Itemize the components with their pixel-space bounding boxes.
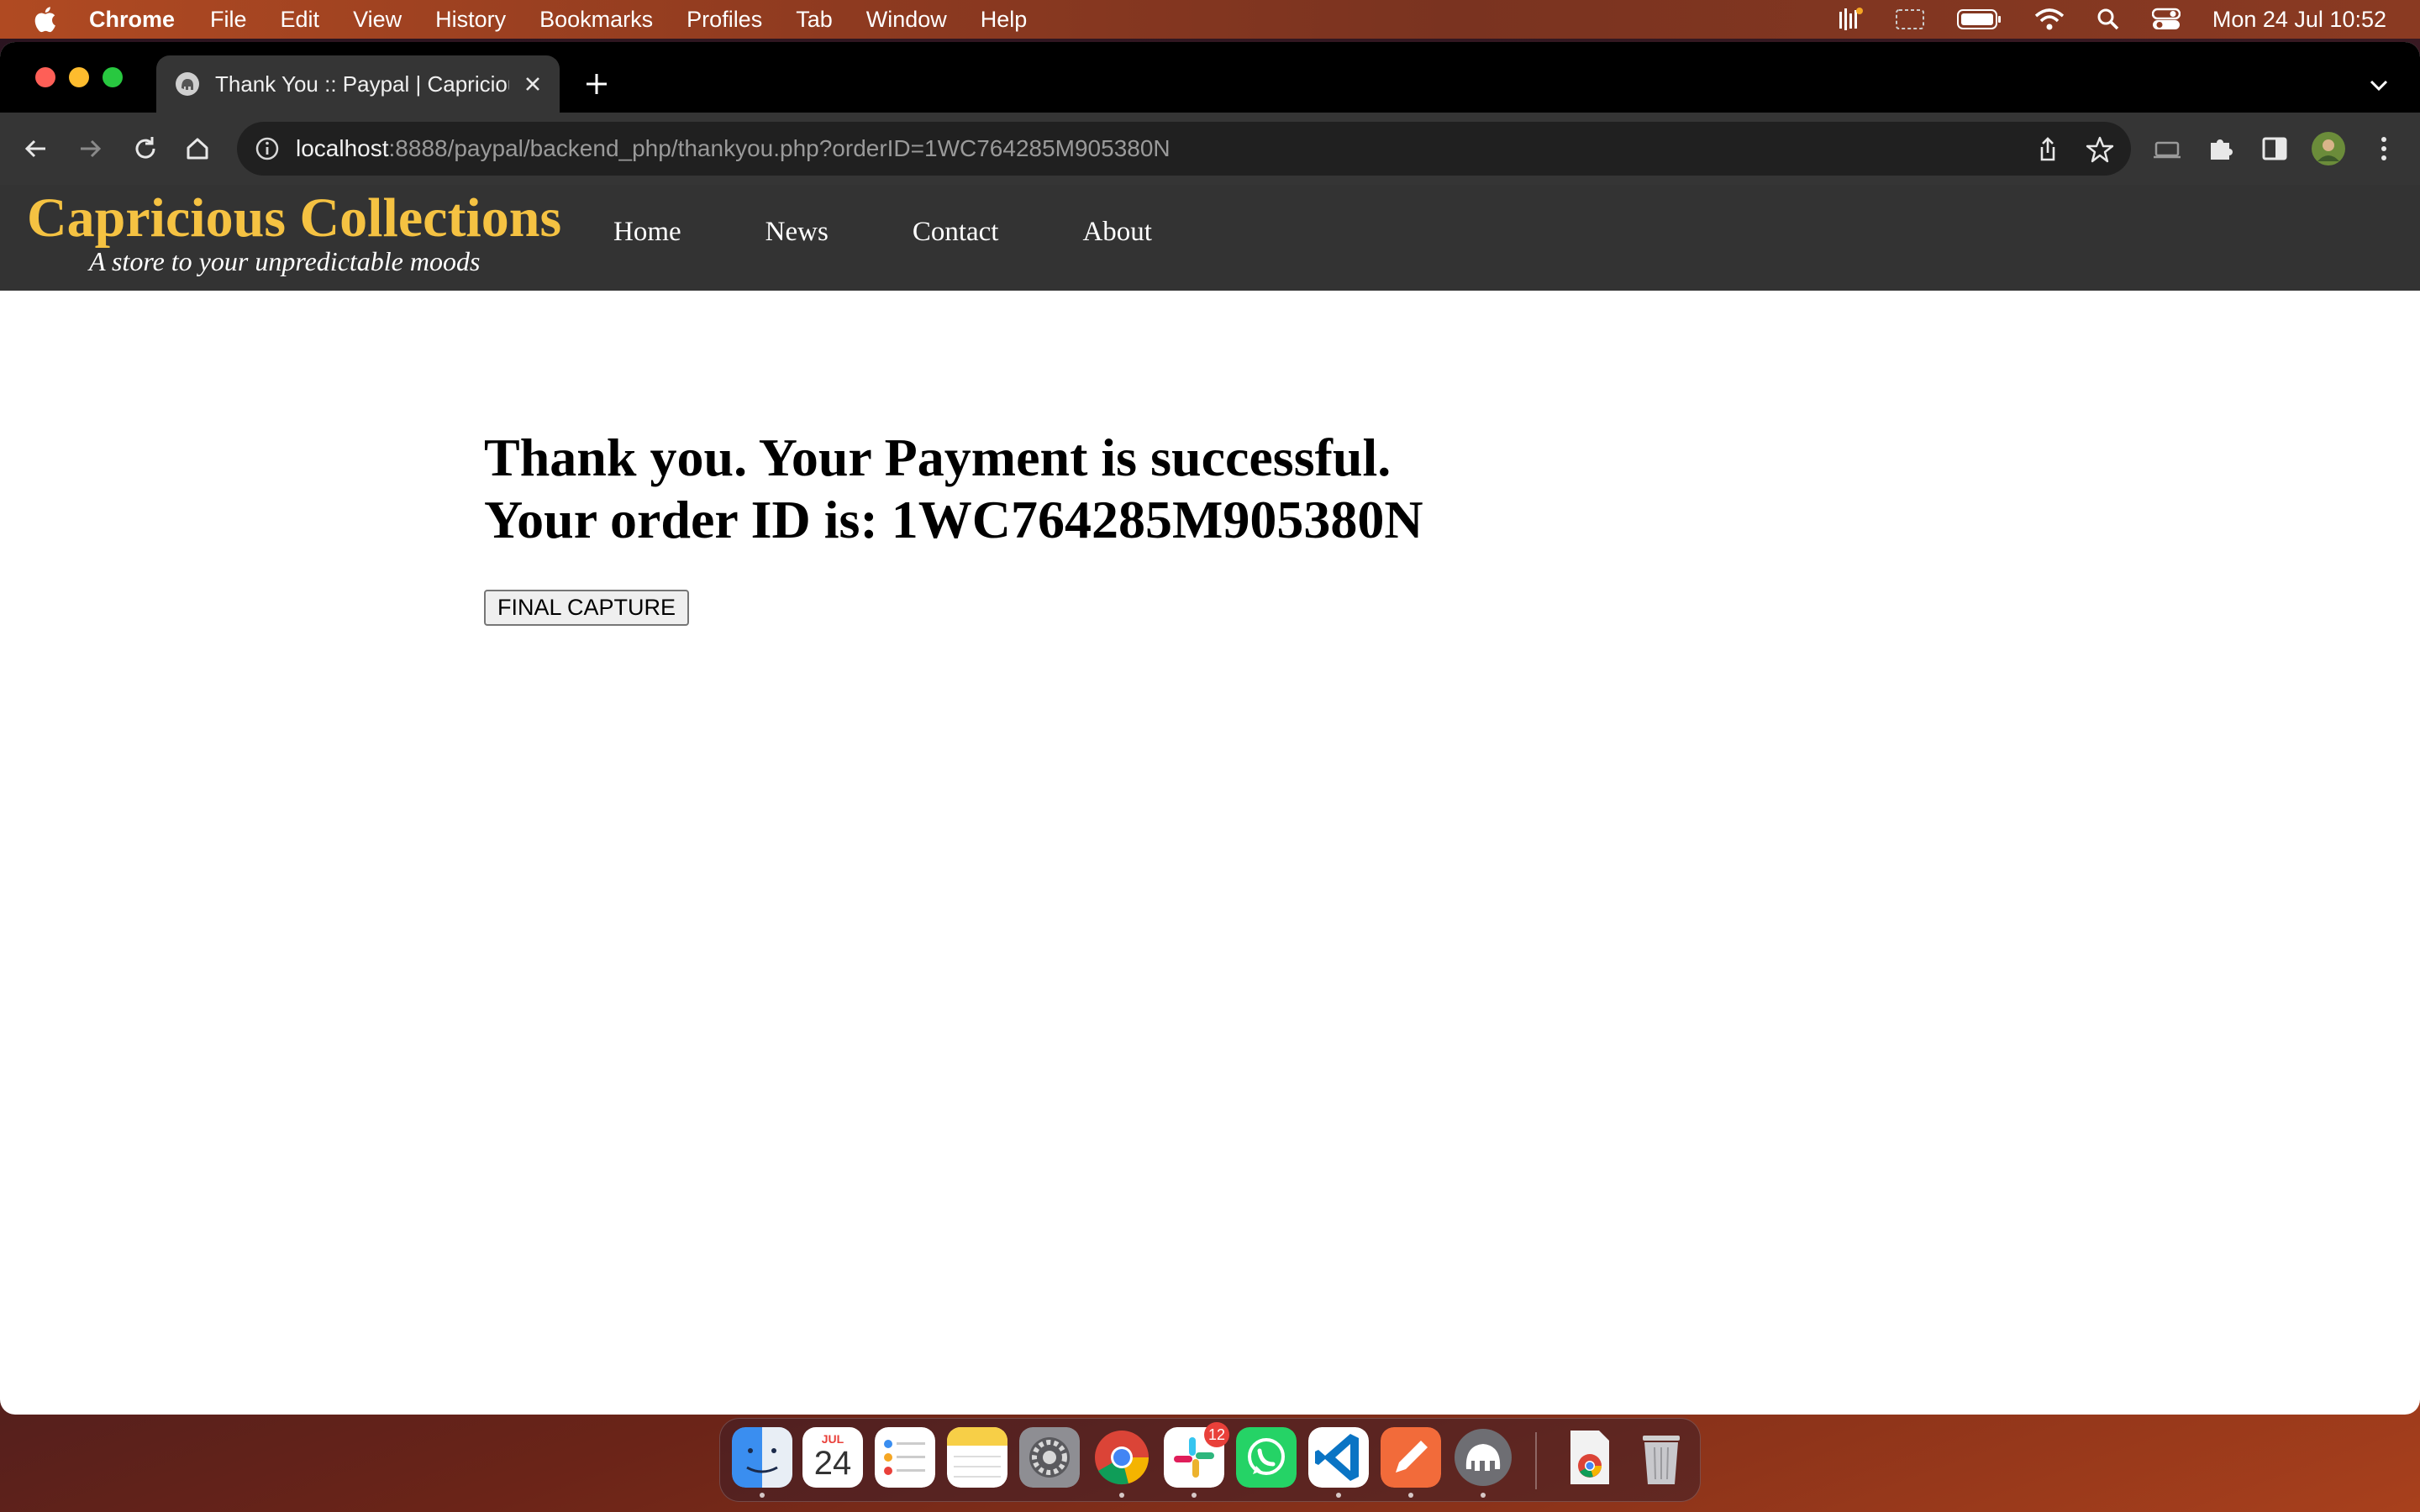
notes-icon[interactable]: [947, 1427, 1007, 1488]
url-host: localhost: [296, 135, 389, 161]
nav-contact[interactable]: Contact: [913, 217, 999, 248]
url-text[interactable]: localhost:8888/paypal/backend_php/thanky…: [296, 135, 1171, 162]
success-message: Thank you. Your Payment is successful.: [484, 428, 1392, 487]
site-brand[interactable]: Capricious Collections A store to your u…: [27, 187, 562, 277]
slack-notification-badge: 12: [1204, 1422, 1229, 1447]
calendar-icon[interactable]: JUL 24: [802, 1427, 863, 1488]
spotlight-search-icon[interactable]: [2096, 8, 2120, 31]
site-nav: Home News Contact About: [613, 217, 1236, 248]
chrome-icon[interactable]: [1092, 1427, 1152, 1488]
tab-title: Thank You :: Paypal | Capricious Collect…: [215, 71, 509, 97]
url-path: :8888/paypal/backend_php/thankyou.php?or…: [388, 135, 1171, 161]
wifi-icon[interactable]: [2034, 8, 2065, 31]
system-settings-icon[interactable]: [1019, 1427, 1080, 1488]
nav-news[interactable]: News: [765, 217, 829, 248]
extensions-puzzle-icon[interactable]: [2203, 131, 2238, 166]
new-tab-plus-icon[interactable]: [583, 71, 610, 97]
vscode-icon[interactable]: [1308, 1427, 1369, 1488]
side-panel-icon[interactable]: [2257, 131, 2292, 166]
calendar-day: 24: [813, 1445, 852, 1482]
site-info-icon[interactable]: [254, 135, 281, 162]
menu-help[interactable]: Help: [981, 7, 1028, 33]
tab-active[interactable]: Thank You :: Paypal | Capricious Collect…: [156, 55, 560, 113]
control-center-icon[interactable]: [2151, 8, 2181, 31]
menubar-clock[interactable]: Mon 24 Jul 10:52: [2212, 7, 2386, 33]
address-bar[interactable]: localhost:8888/paypal/backend_php/thanky…: [237, 122, 2131, 176]
window-close-button[interactable]: [35, 67, 55, 87]
menu-window[interactable]: Window: [866, 7, 947, 33]
forward-arrow-icon[interactable]: [72, 131, 108, 166]
menu-history[interactable]: History: [435, 7, 506, 33]
macos-dock: JUL 24 12: [719, 1418, 1701, 1502]
pencil-app-icon[interactable]: [1381, 1427, 1441, 1488]
dock-running-indicator: [1408, 1493, 1413, 1498]
nav-about[interactable]: About: [1082, 217, 1152, 248]
menu-profiles[interactable]: Profiles: [687, 7, 762, 33]
window-zoom-button[interactable]: [103, 67, 123, 87]
apple-logo-icon[interactable]: [32, 6, 57, 33]
back-arrow-icon[interactable]: [18, 131, 54, 166]
dock-running-indicator: [1481, 1493, 1486, 1498]
window-minimize-button[interactable]: [69, 67, 89, 87]
nav-home[interactable]: Home: [613, 217, 681, 248]
menu-edit[interactable]: Edit: [281, 7, 320, 33]
chrome-window: Thank You :: Paypal | Capricious Collect…: [0, 42, 2420, 1415]
calendar-month: JUL: [821, 1432, 844, 1446]
menubar-status-area: Mon 24 Jul 10:52: [1838, 0, 2386, 39]
home-icon[interactable]: [180, 131, 215, 166]
dock-running-indicator: [760, 1493, 765, 1498]
dock-running-indicator: [1336, 1493, 1341, 1498]
finder-icon[interactable]: [732, 1427, 792, 1488]
share-icon[interactable]: [2033, 135, 2062, 164]
browser-toolbar: localhost:8888/paypal/backend_php/thanky…: [0, 113, 2420, 185]
battery-icon[interactable]: [1956, 8, 2002, 30]
menu-file[interactable]: File: [210, 7, 247, 33]
cast-media-icon[interactable]: [2149, 131, 2185, 166]
menu-bookmarks[interactable]: Bookmarks: [539, 7, 653, 33]
reminders-icon[interactable]: [875, 1427, 935, 1488]
profile-avatar[interactable]: [2311, 131, 2346, 166]
thank-you-content: Thank you. Your Payment is successful. Y…: [484, 427, 1423, 626]
whatsapp-icon[interactable]: [1236, 1427, 1297, 1488]
reload-icon[interactable]: [128, 131, 163, 166]
chrome-menu-kebab-icon[interactable]: [2366, 131, 2402, 166]
site-header: Capricious Collections A store to your u…: [0, 185, 2420, 291]
mamp-icon[interactable]: [1453, 1427, 1513, 1488]
tab-search-chevron-icon[interactable]: [2366, 72, 2391, 97]
tab-close-icon[interactable]: [521, 72, 544, 96]
chrome-document-icon[interactable]: [1559, 1427, 1619, 1488]
dock-running-indicator: [1192, 1493, 1197, 1498]
menu-app-chrome[interactable]: Chrome: [89, 7, 175, 33]
dock-running-indicator: [1119, 1493, 1124, 1498]
dock-separator: [1535, 1432, 1537, 1489]
order-id-message: Your order ID is: 1WC764285M905380N: [484, 490, 1423, 549]
elephant-favicon-icon: [176, 72, 199, 96]
brand-tagline: A store to your unpredictable moods: [89, 245, 481, 276]
tab-strip: Thank You :: Paypal | Capricious Collect…: [0, 42, 2420, 113]
trash-icon[interactable]: [1631, 1427, 1691, 1488]
brand-name: Capricious Collections: [27, 187, 562, 249]
menu-view[interactable]: View: [353, 7, 402, 33]
macos-menu-bar: Chrome File Edit View History Bookmarks …: [0, 0, 2420, 39]
screen-mirroring-icon[interactable]: [1895, 8, 1925, 31]
audio-meter-icon[interactable]: [1838, 7, 1863, 32]
menu-tab[interactable]: Tab: [796, 7, 833, 33]
bookmark-star-icon[interactable]: [2086, 135, 2114, 164]
final-capture-button[interactable]: FINAL CAPTURE: [484, 590, 690, 626]
